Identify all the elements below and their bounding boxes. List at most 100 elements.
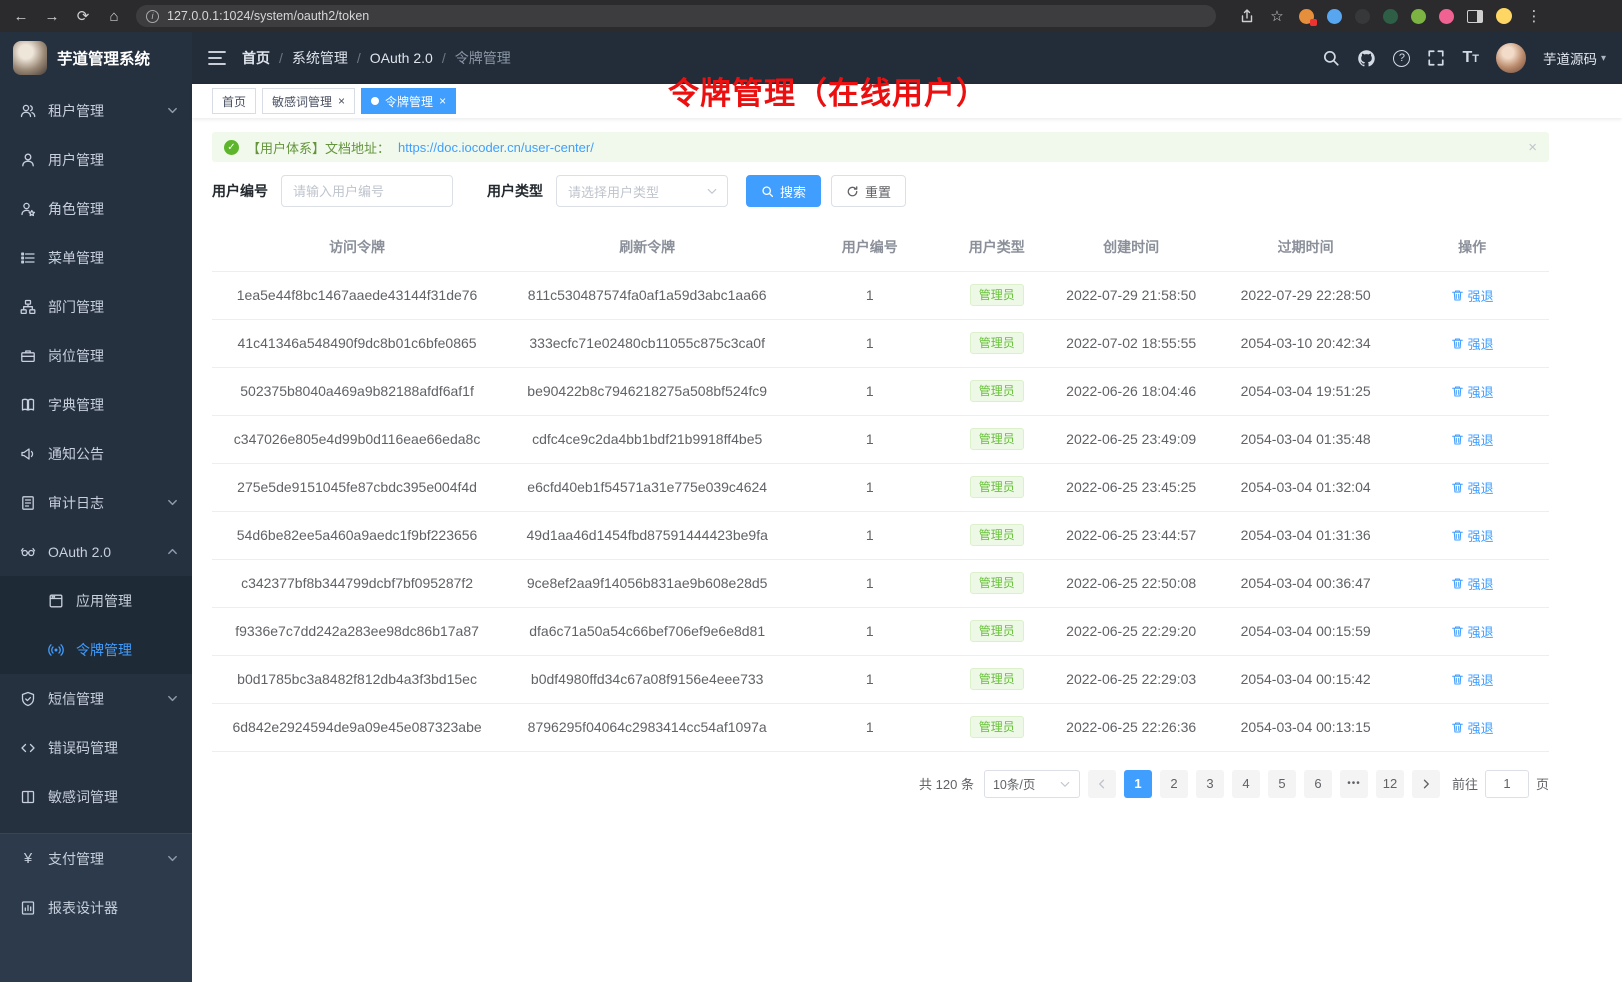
page-button-4[interactable]: 4 <box>1232 770 1260 798</box>
trash-icon <box>1451 481 1464 494</box>
sidebar-item-user[interactable]: 用户管理 <box>0 135 192 184</box>
forward-icon[interactable]: → <box>43 8 61 25</box>
extension-icon-3[interactable] <box>1355 9 1370 24</box>
bookmark-star-icon[interactable]: ☆ <box>1268 7 1286 25</box>
sidebar: 芋道管理系统 租户管理 用户管理 角色管理 菜单管理 <box>0 32 192 982</box>
search-icon[interactable] <box>1322 49 1340 67</box>
browser-profile-avatar[interactable] <box>1496 8 1512 24</box>
sidebar-item-token-management[interactable]: 令牌管理 <box>0 625 192 674</box>
table-row: c342377bf8b344799dcbf7bf095287f2 9ce8ef2… <box>212 559 1549 607</box>
close-icon[interactable]: × <box>338 95 345 107</box>
user-id-cell: 1 <box>792 415 947 463</box>
fullscreen-icon[interactable] <box>1427 49 1445 67</box>
sidebar-item-role[interactable]: 角色管理 <box>0 184 192 233</box>
force-logout-button[interactable]: 强退 <box>1451 622 1494 641</box>
token-broadcast-icon <box>48 642 64 658</box>
sidebar-item-tenant[interactable]: 租户管理 <box>0 86 192 135</box>
user-id-cell: 1 <box>792 703 947 751</box>
code-icon <box>20 740 36 756</box>
access-token-cell: c347026e805e4d99b0d116eae66eda8c <box>212 415 502 463</box>
user-type-select[interactable]: 请选择用户类型 <box>556 175 728 207</box>
sidebar-item-error-code[interactable]: 错误码管理 <box>0 723 192 772</box>
sidebar-item-post[interactable]: 岗位管理 <box>0 331 192 380</box>
extension-icon-1[interactable] <box>1299 9 1314 24</box>
search-button[interactable]: 搜索 <box>746 175 821 207</box>
sidebar-item-menu[interactable]: 菜单管理 <box>0 233 192 282</box>
user-avatar[interactable] <box>1496 43 1526 73</box>
tab-sensitive-word[interactable]: 敏感词管理 × <box>262 88 355 114</box>
hamburger-icon[interactable] <box>208 51 226 65</box>
back-icon[interactable]: ← <box>12 8 30 25</box>
chevron-down-icon <box>167 853 178 864</box>
doc-link[interactable]: https://doc.iocoder.cn/user-center/ <box>398 140 594 155</box>
expires-cell: 2054-03-04 19:51:25 <box>1216 367 1395 415</box>
extension-icon-5[interactable] <box>1411 9 1426 24</box>
dict-icon <box>20 397 36 413</box>
page-button-3[interactable]: 3 <box>1196 770 1224 798</box>
page-button-12[interactable]: 12 <box>1376 770 1404 798</box>
site-info-icon[interactable]: i <box>146 10 159 23</box>
page-size-select[interactable]: 10条/页 <box>984 770 1080 798</box>
refresh-token-cell: 9ce8ef2aa9f14056b831ae9b608e28d5 <box>502 559 792 607</box>
user-id-cell: 1 <box>792 559 947 607</box>
next-page-button[interactable] <box>1412 770 1440 798</box>
sidebar-item-notice[interactable]: 通知公告 <box>0 429 192 478</box>
chevron-down-icon <box>1059 778 1071 790</box>
reload-icon[interactable]: ⟳ <box>74 7 92 25</box>
sidebar-item-report-designer[interactable]: 报表设计器 <box>0 883 192 932</box>
force-logout-button[interactable]: 强退 <box>1451 526 1494 545</box>
caret-down-icon: ▾ <box>1601 53 1606 64</box>
more-pages-button[interactable]: ••• <box>1340 770 1368 798</box>
force-logout-button[interactable]: 强退 <box>1451 430 1494 449</box>
user-id-cell: 1 <box>792 367 947 415</box>
sidebar-item-dept[interactable]: 部门管理 <box>0 282 192 331</box>
tab-token-management[interactable]: 令牌管理 × <box>361 88 456 114</box>
font-size-icon[interactable]: TT <box>1462 49 1479 67</box>
created-cell: 2022-06-25 23:45:25 <box>1046 463 1216 511</box>
force-logout-button[interactable]: 强退 <box>1451 286 1494 305</box>
home-icon[interactable]: ⌂ <box>105 8 123 25</box>
sidebar-item-sensitive-word[interactable]: 敏感词管理 <box>0 772 192 821</box>
page-button-2[interactable]: 2 <box>1160 770 1188 798</box>
close-icon[interactable]: × <box>439 95 446 107</box>
extension-icon-4[interactable] <box>1383 9 1398 24</box>
breadcrumb-oauth[interactable]: OAuth 2.0 <box>370 50 433 66</box>
page-button-1[interactable]: 1 <box>1124 770 1152 798</box>
force-logout-button[interactable]: 强退 <box>1451 382 1494 401</box>
force-logout-button[interactable]: 强退 <box>1451 574 1494 593</box>
extensions-puzzle-icon[interactable] <box>1439 9 1454 24</box>
breadcrumb-home[interactable]: 首页 <box>242 48 270 68</box>
app-logo[interactable]: 芋道管理系统 <box>0 32 192 84</box>
logo-image <box>13 41 47 75</box>
refresh-token-cell: 49d1aa46d1454fbd87591444423be9fa <box>502 511 792 559</box>
force-logout-button[interactable]: 强退 <box>1451 334 1494 353</box>
sidebar-item-pay[interactable]: ¥ 支付管理 <box>0 834 192 883</box>
share-icon[interactable] <box>1239 8 1255 24</box>
goto-page-input[interactable] <box>1485 770 1529 798</box>
sidebar-item-audit-log[interactable]: 审计日志 <box>0 478 192 527</box>
sidebar-item-dict[interactable]: 字典管理 <box>0 380 192 429</box>
sidebar-item-oauth[interactable]: OAuth 2.0 <box>0 527 192 576</box>
reset-button[interactable]: 重置 <box>831 175 906 207</box>
sidebar-item-sms[interactable]: 短信管理 <box>0 674 192 723</box>
user-id-input[interactable] <box>281 175 453 207</box>
breadcrumb-system[interactable]: 系统管理 <box>292 48 348 68</box>
github-icon[interactable] <box>1357 49 1376 68</box>
prev-page-button[interactable] <box>1088 770 1116 798</box>
force-logout-button[interactable]: 强退 <box>1451 478 1494 497</box>
sidebar-item-oauth-apps[interactable]: 应用管理 <box>0 576 192 625</box>
created-cell: 2022-06-25 22:29:03 <box>1046 655 1216 703</box>
extension-icon-2[interactable] <box>1327 9 1342 24</box>
username-dropdown[interactable]: 芋道源码▾ <box>1543 48 1606 68</box>
page-button-6[interactable]: 6 <box>1304 770 1332 798</box>
force-logout-button[interactable]: 强退 <box>1451 670 1494 689</box>
side-panel-icon[interactable] <box>1467 10 1483 23</box>
force-logout-button[interactable]: 强退 <box>1451 718 1494 737</box>
page-button-5[interactable]: 5 <box>1268 770 1296 798</box>
app-icon <box>48 593 64 609</box>
help-icon[interactable]: ? <box>1393 50 1410 67</box>
kebab-menu-icon[interactable]: ⋮ <box>1525 7 1543 25</box>
alert-close-icon[interactable]: × <box>1528 139 1537 156</box>
tab-home[interactable]: 首页 <box>212 88 256 114</box>
address-bar[interactable]: i 127.0.0.1:1024/system/oauth2/token <box>136 5 1216 27</box>
